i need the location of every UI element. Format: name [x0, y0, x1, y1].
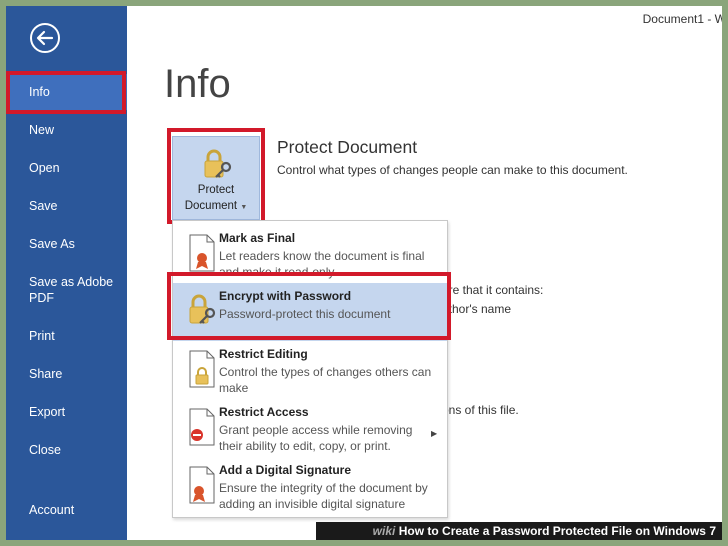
menu-item-restrict-editing[interactable]: Restrict Editing Control the types of ch… [173, 341, 447, 399]
restrict-access-icon [189, 408, 215, 446]
submenu-arrow-icon: ▶ [431, 429, 438, 438]
watermark-text: How to Create a Password Protected File … [398, 524, 716, 538]
protect-document-menu: Mark as Final Let readers know the docum… [172, 220, 448, 518]
sidebar-item-label: Export [29, 405, 66, 419]
menu-item-encrypt-with-password[interactable]: Encrypt with Password Password-protect t… [173, 283, 447, 341]
protect-button-label-1: Protect [197, 184, 235, 196]
menu-item-description: Grant people access while removing their… [219, 423, 413, 453]
menu-item-add-digital-signature[interactable]: Add a Digital Signature Ensure the integ… [173, 457, 447, 515]
sidebar-item-save-as-adobe-pdf[interactable]: Save as Adobe PDF [6, 274, 127, 306]
inspect-text-line: uthor's name [442, 302, 511, 316]
sidebar-item-open[interactable]: Open [6, 160, 127, 176]
sidebar-item-label: Close [29, 443, 61, 457]
protect-button-label-2-wrap: Document ▼ [173, 200, 259, 212]
protect-button-label-2: Document [184, 200, 238, 212]
menu-item-title: Restrict Editing [219, 347, 308, 361]
sidebar-item-export[interactable]: Export [6, 404, 127, 420]
menu-item-restrict-access[interactable]: Restrict Access Grant people access whil… [173, 399, 447, 457]
sidebar-item-print[interactable]: Print [6, 328, 127, 344]
protect-document-title: Protect Document [277, 137, 418, 157]
menu-item-title: Mark as Final [219, 231, 296, 245]
menu-item-title: Restrict Access [219, 405, 309, 419]
menu-item-description: Let readers know the document is final a… [219, 249, 425, 279]
sidebar-item-close[interactable]: Close [6, 442, 127, 458]
protect-document-button[interactable]: Protect Document ▼ [172, 136, 260, 220]
sidebar-item-label: Info [29, 85, 50, 99]
watermark-brand: wiki [372, 524, 396, 538]
menu-item-mark-as-final[interactable]: Mark as Final Let readers know the docum… [173, 225, 447, 283]
wikihow-watermark: wiki How to Create a Password Protected … [316, 522, 722, 540]
mark-final-icon [189, 234, 215, 272]
menu-item-description: Ensure the integrity of the document by … [219, 481, 428, 511]
chevron-down-icon: ▼ [240, 204, 248, 211]
protect-document-description: Control what types of changes people can… [277, 163, 628, 177]
sidebar-item-share[interactable]: Share [6, 366, 127, 382]
sidebar-item-label: Share [29, 367, 63, 381]
versions-text-line: ons of this file. [442, 403, 519, 417]
sidebar-item-label: Save [29, 199, 58, 213]
page-title: Info [164, 62, 231, 106]
sidebar-item-save-as[interactable]: Save As [6, 236, 127, 252]
sidebar-item-label: Print [29, 329, 55, 343]
menu-item-description: Password-protect this document [219, 307, 391, 321]
inspect-text-line: are that it contains: [442, 283, 544, 297]
window-title: Document1 - W [642, 12, 722, 26]
word-backstage-window: Info New Open Save Save As Save as Adobe… [6, 6, 722, 540]
menu-item-title: Add a Digital Signature [219, 463, 352, 477]
sidebar-item-new[interactable]: New [6, 122, 127, 138]
sidebar-item-save[interactable]: Save [6, 198, 127, 214]
sidebar-item-info[interactable]: Info [6, 74, 127, 110]
sidebar-item-label: Account [29, 503, 75, 517]
sidebar-item-label: Save As [29, 237, 75, 251]
back-button[interactable] [30, 23, 60, 53]
back-arrow-icon [36, 30, 54, 46]
menu-item-description: Control the types of changes others can … [219, 365, 432, 395]
lock-key-icon [189, 294, 216, 324]
backstage-sidebar: Info New Open Save Save As Save as Adobe… [6, 6, 127, 540]
sidebar-item-label: Open [29, 161, 60, 175]
menu-item-title: Encrypt with Password [219, 289, 352, 303]
sidebar-item-account[interactable]: Account [6, 502, 127, 518]
signature-icon [189, 466, 215, 504]
sidebar-item-label: Save as Adobe PDF [29, 275, 114, 305]
lock-key-icon [204, 149, 232, 178]
restrict-edit-icon [189, 350, 215, 388]
sidebar-item-label: New [29, 123, 55, 137]
